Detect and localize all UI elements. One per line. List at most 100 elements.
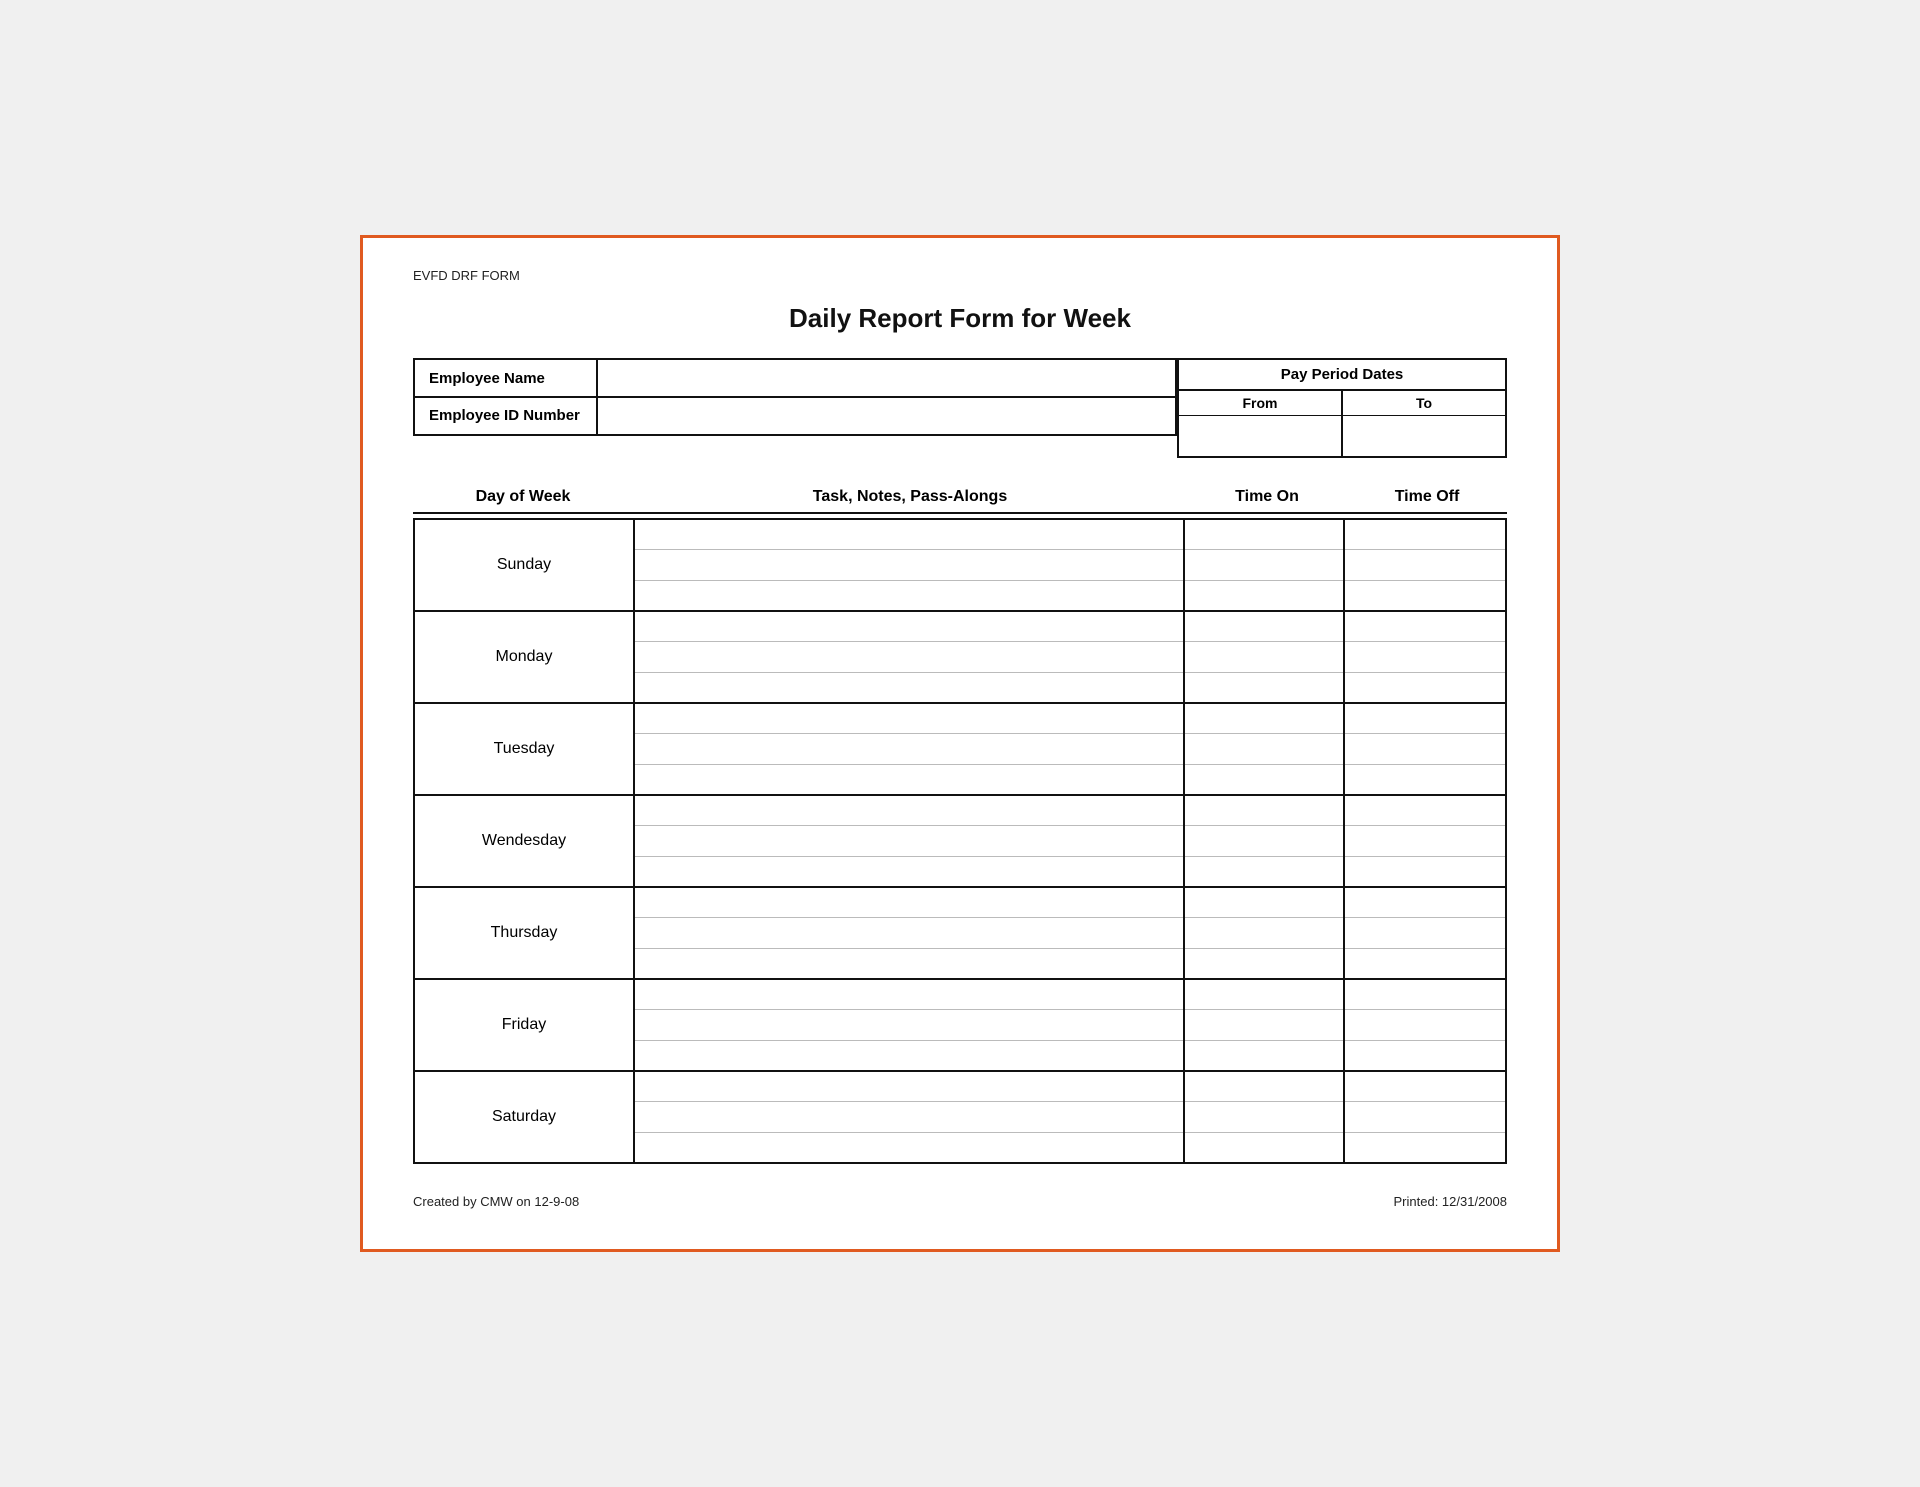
- task-line[interactable]: [635, 1072, 1183, 1102]
- timeoff-line[interactable]: [1345, 918, 1505, 948]
- task-line[interactable]: [635, 918, 1183, 948]
- timeon-cell[interactable]: [1185, 980, 1345, 1070]
- timeoff-line[interactable]: [1345, 1133, 1505, 1162]
- timeoff-line[interactable]: [1345, 765, 1505, 794]
- timeoff-line[interactable]: [1345, 826, 1505, 856]
- timeon-cell[interactable]: [1185, 1072, 1345, 1162]
- name-row: Employee Name: [413, 358, 1177, 398]
- table-row: Tuesday: [415, 704, 1505, 796]
- timeon-cell[interactable]: [1185, 704, 1345, 794]
- tasks-cell[interactable]: [635, 980, 1185, 1070]
- timeon-line[interactable]: [1185, 826, 1343, 856]
- timeoff-cell[interactable]: [1345, 888, 1505, 978]
- timeon-line[interactable]: [1185, 642, 1343, 672]
- task-line[interactable]: [635, 949, 1183, 978]
- timeoff-cell[interactable]: [1345, 1072, 1505, 1162]
- timeon-cell[interactable]: [1185, 888, 1345, 978]
- tasks-cell[interactable]: [635, 704, 1185, 794]
- timeoff-line[interactable]: [1345, 642, 1505, 672]
- timeoff-line[interactable]: [1345, 1010, 1505, 1040]
- tasks-cell[interactable]: [635, 612, 1185, 702]
- tasks-cell[interactable]: [635, 796, 1185, 886]
- tasks-cell[interactable]: [635, 520, 1185, 610]
- timeon-cell[interactable]: [1185, 520, 1345, 610]
- timeoff-line[interactable]: [1345, 581, 1505, 610]
- timeoff-line[interactable]: [1345, 980, 1505, 1010]
- timeon-line[interactable]: [1185, 1041, 1343, 1070]
- timeoff-line[interactable]: [1345, 1072, 1505, 1102]
- timeon-line[interactable]: [1185, 1102, 1343, 1132]
- timeoff-cell[interactable]: [1345, 704, 1505, 794]
- task-line[interactable]: [635, 980, 1183, 1010]
- employee-name-input[interactable]: [598, 358, 1177, 398]
- timeoff-cell[interactable]: [1345, 520, 1505, 610]
- task-line[interactable]: [635, 581, 1183, 610]
- timeoff-line[interactable]: [1345, 857, 1505, 886]
- timeoff-line[interactable]: [1345, 1102, 1505, 1132]
- timeon-line[interactable]: [1185, 520, 1343, 550]
- task-line[interactable]: [635, 1102, 1183, 1132]
- timeon-line[interactable]: [1185, 857, 1343, 886]
- timeoff-line[interactable]: [1345, 949, 1505, 978]
- task-line[interactable]: [635, 520, 1183, 550]
- day-name-cell: Monday: [415, 612, 635, 702]
- timeoff-line[interactable]: [1345, 734, 1505, 764]
- task-line[interactable]: [635, 1010, 1183, 1040]
- timeon-line[interactable]: [1185, 1010, 1343, 1040]
- table-row: Friday: [415, 980, 1505, 1072]
- id-row: Employee ID Number: [413, 396, 1177, 436]
- timeoff-line[interactable]: [1345, 612, 1505, 642]
- day-name-cell: Friday: [415, 980, 635, 1070]
- employee-id-input[interactable]: [598, 396, 1177, 436]
- timeon-line[interactable]: [1185, 673, 1343, 702]
- timeon-line[interactable]: [1185, 550, 1343, 580]
- timeoff-cell[interactable]: [1345, 796, 1505, 886]
- timeon-line[interactable]: [1185, 704, 1343, 734]
- timeon-line[interactable]: [1185, 765, 1343, 794]
- task-line[interactable]: [635, 1133, 1183, 1162]
- timeon-line[interactable]: [1185, 796, 1343, 826]
- main-table: SundayMondayTuesdayWendesdayThursdayFrid…: [413, 518, 1507, 1164]
- footer: Created by CMW on 12-9-08 Printed: 12/31…: [413, 1194, 1507, 1209]
- timeon-line[interactable]: [1185, 1072, 1343, 1102]
- pay-to-input[interactable]: [1343, 416, 1505, 456]
- timeoff-line[interactable]: [1345, 704, 1505, 734]
- task-line[interactable]: [635, 888, 1183, 918]
- task-line[interactable]: [635, 673, 1183, 702]
- tasks-cell[interactable]: [635, 888, 1185, 978]
- timeoff-line[interactable]: [1345, 673, 1505, 702]
- timeon-cell[interactable]: [1185, 796, 1345, 886]
- timeon-line[interactable]: [1185, 949, 1343, 978]
- timeoff-cell[interactable]: [1345, 980, 1505, 1070]
- timeon-line[interactable]: [1185, 918, 1343, 948]
- tasks-cell[interactable]: [635, 1072, 1185, 1162]
- timeoff-line[interactable]: [1345, 1041, 1505, 1070]
- timeon-line[interactable]: [1185, 581, 1343, 610]
- task-line[interactable]: [635, 612, 1183, 642]
- task-line[interactable]: [635, 765, 1183, 794]
- timeoff-line[interactable]: [1345, 550, 1505, 580]
- day-name-cell: Wendesday: [415, 796, 635, 886]
- task-line[interactable]: [635, 796, 1183, 826]
- timeon-cell[interactable]: [1185, 612, 1345, 702]
- task-line[interactable]: [635, 550, 1183, 580]
- timeon-line[interactable]: [1185, 980, 1343, 1010]
- task-line[interactable]: [635, 704, 1183, 734]
- task-line[interactable]: [635, 857, 1183, 886]
- timeoff-line[interactable]: [1345, 888, 1505, 918]
- timeon-line[interactable]: [1185, 734, 1343, 764]
- task-line[interactable]: [635, 1041, 1183, 1070]
- timeon-line[interactable]: [1185, 1133, 1343, 1162]
- timeoff-cell[interactable]: [1345, 612, 1505, 702]
- footer-right: Printed: 12/31/2008: [1394, 1194, 1507, 1209]
- timeoff-line[interactable]: [1345, 520, 1505, 550]
- task-line[interactable]: [635, 642, 1183, 672]
- task-line[interactable]: [635, 734, 1183, 764]
- task-line[interactable]: [635, 826, 1183, 856]
- timeon-line[interactable]: [1185, 612, 1343, 642]
- pay-from-input[interactable]: [1179, 416, 1343, 456]
- timeoff-line[interactable]: [1345, 796, 1505, 826]
- timeon-line[interactable]: [1185, 888, 1343, 918]
- left-header: Employee Name Employee ID Number: [413, 358, 1177, 458]
- table-row: Monday: [415, 612, 1505, 704]
